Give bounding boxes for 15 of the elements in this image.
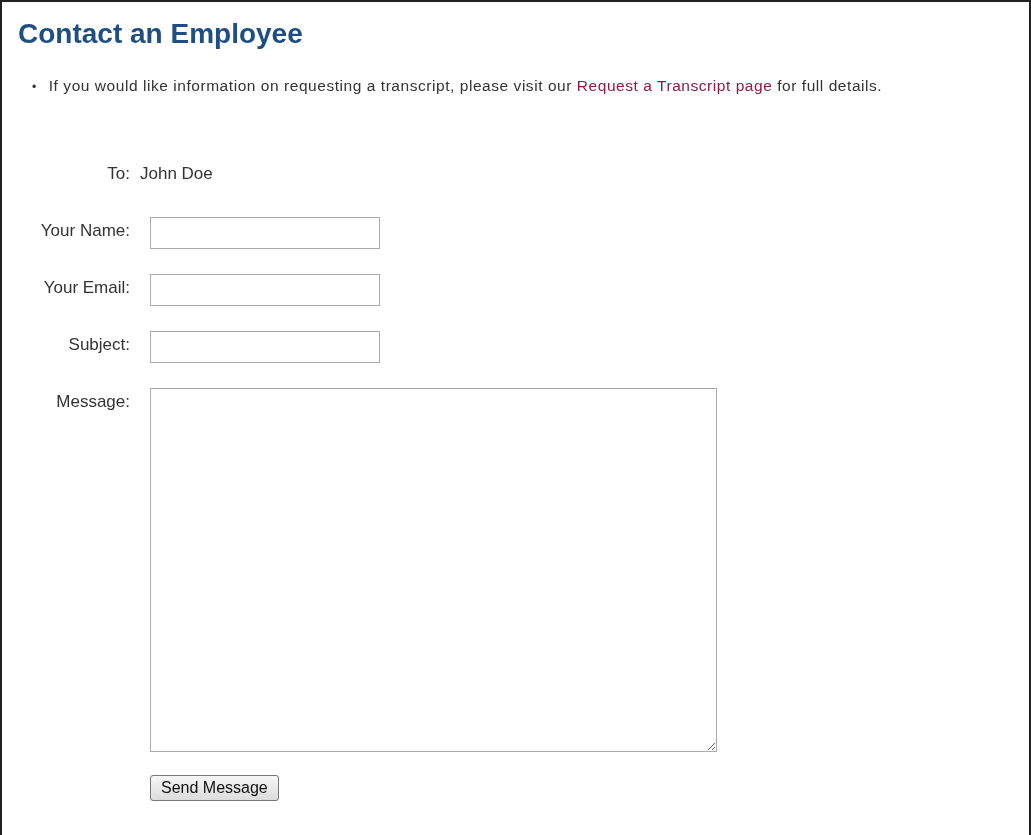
notice-text: If you would like information on requesting a transcript, please visit our Request a Transcript page for full details.: [48, 76, 883, 96]
field-label: Message:: [55, 391, 130, 413]
input-field[interactable]: [150, 217, 380, 250]
page-title: Contact an Employee: [18, 18, 304, 50]
field-label: Subject:: [67, 334, 130, 356]
to-label: To:: [106, 164, 130, 185]
message-field[interactable]: [150, 388, 717, 753]
field-label: Your Name:: [39, 220, 130, 242]
field-label: Your Email:: [42, 277, 130, 299]
input-field[interactable]: [150, 331, 380, 364]
send-button[interactable]: Send Message: [150, 775, 279, 802]
transcript-link[interactable]: Request a Transcript page: [576, 77, 773, 94]
recipient-name: John Doe: [140, 164, 214, 185]
bullet-marker: •: [32, 80, 37, 96]
input-field[interactable]: [150, 274, 380, 307]
